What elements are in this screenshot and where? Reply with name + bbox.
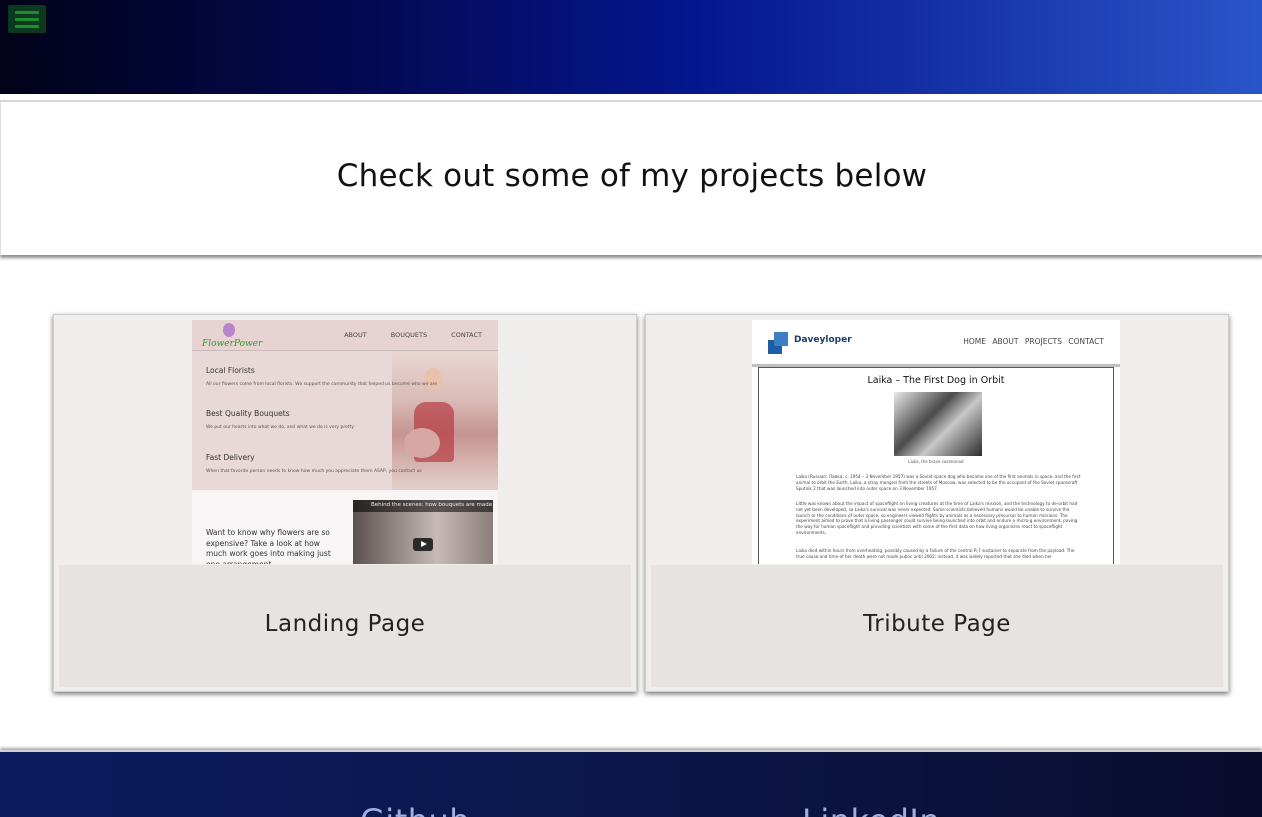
preview-laika-photo — [894, 392, 982, 456]
preview-brand: FlowerPower — [202, 339, 263, 349]
preview-video-bar: Behind the scenes: how bouquets are made — [353, 500, 493, 512]
preview-nav-about: ABOUT — [344, 331, 367, 339]
landing-page-preview-image[interactable]: FlowerPower ABOUT BOUQUETS CONTACT Local… — [192, 320, 498, 564]
preview-feature-heading: Fast Delivery — [206, 453, 255, 462]
project-card-landing-page[interactable]: FlowerPower ABOUT BOUQUETS CONTACT Local… — [53, 314, 637, 692]
preview-nav-home: HOME — [963, 337, 986, 346]
preview-nav-projects: PROJECTS — [1024, 337, 1063, 346]
preview-title: Laika – The First Dog in Orbit — [867, 375, 1005, 386]
preview-video-section: Want to know why flowers are so expensiv… — [192, 492, 498, 564]
projects-intro: Check out some of my projects below — [0, 100, 1262, 255]
hamburger-line — [15, 18, 39, 21]
preview-nav-links: ABOUT BOUQUETS CONTACT — [344, 331, 482, 339]
preview-feature-text: All our flowers come from local florists… — [206, 382, 438, 387]
preview-question: Want to know why flowers are so expensiv… — [206, 528, 331, 564]
preview-navbar: Daveyloper HOME ABOUT PROJECTS CONTACT — [752, 320, 1120, 367]
hamburger-icon[interactable] — [8, 5, 46, 33]
hamburger-line — [15, 25, 39, 28]
preview-nav-about: ABOUT — [992, 337, 1019, 346]
preview-video: Behind the scenes: how bouquets are made — [353, 500, 493, 564]
project-title: Landing Page — [264, 611, 426, 637]
top-header — [0, 0, 1262, 94]
project-caption: Tribute Page — [651, 565, 1223, 687]
preview-feature-heading: Local Florists — [206, 366, 255, 375]
preview-photo-bouquet — [404, 428, 440, 458]
tribute-page-preview-image[interactable]: Daveyloper HOME ABOUT PROJECTS CONTACT L… — [752, 320, 1120, 564]
preview-paragraph: Laika (Russian: Лайка; c. 1954 – 3 Novem… — [796, 474, 1081, 491]
preview-feature-text: When that favorite person needs to know … — [206, 469, 422, 474]
hamburger-line — [15, 11, 39, 14]
preview-nav-contact: CONTACT — [1068, 337, 1104, 346]
preview-paragraph: Laika died within hours from overheating… — [796, 548, 1075, 559]
preview-brand: Daveyloper — [794, 335, 852, 345]
preview-navbar: FlowerPower ABOUT BOUQUETS CONTACT — [192, 320, 498, 351]
preview-paragraph: Little was known about the impact of spa… — [796, 501, 1078, 535]
preview-feature-heading: Best Quality Bouquets — [206, 409, 290, 418]
project-title: Tribute Page — [863, 611, 1011, 637]
preview-feature-text: We put our hearts into what we do, and w… — [206, 425, 355, 430]
flower-logo-icon — [223, 323, 235, 337]
projects-heading: Check out some of my projects below — [336, 158, 928, 194]
footer: Github LinkedIn — [0, 750, 1262, 817]
play-icon — [413, 538, 433, 551]
preview-nav-links: HOME ABOUT PROJECTS CONTACT — [963, 337, 1104, 346]
preview-nav-bouquets: BOUQUETS — [390, 331, 428, 339]
daveyloper-logo-icon-part — [774, 332, 788, 346]
preview-nav-contact: CONTACT — [451, 331, 482, 339]
preview-video-title: Behind the scenes: how bouquets are made — [371, 502, 493, 508]
project-caption: Landing Page — [59, 565, 631, 687]
project-card-tribute-page[interactable]: Daveyloper HOME ABOUT PROJECTS CONTACT L… — [645, 314, 1229, 692]
preview-photo-caption: Laika, the brave cosmonaut — [908, 459, 964, 464]
